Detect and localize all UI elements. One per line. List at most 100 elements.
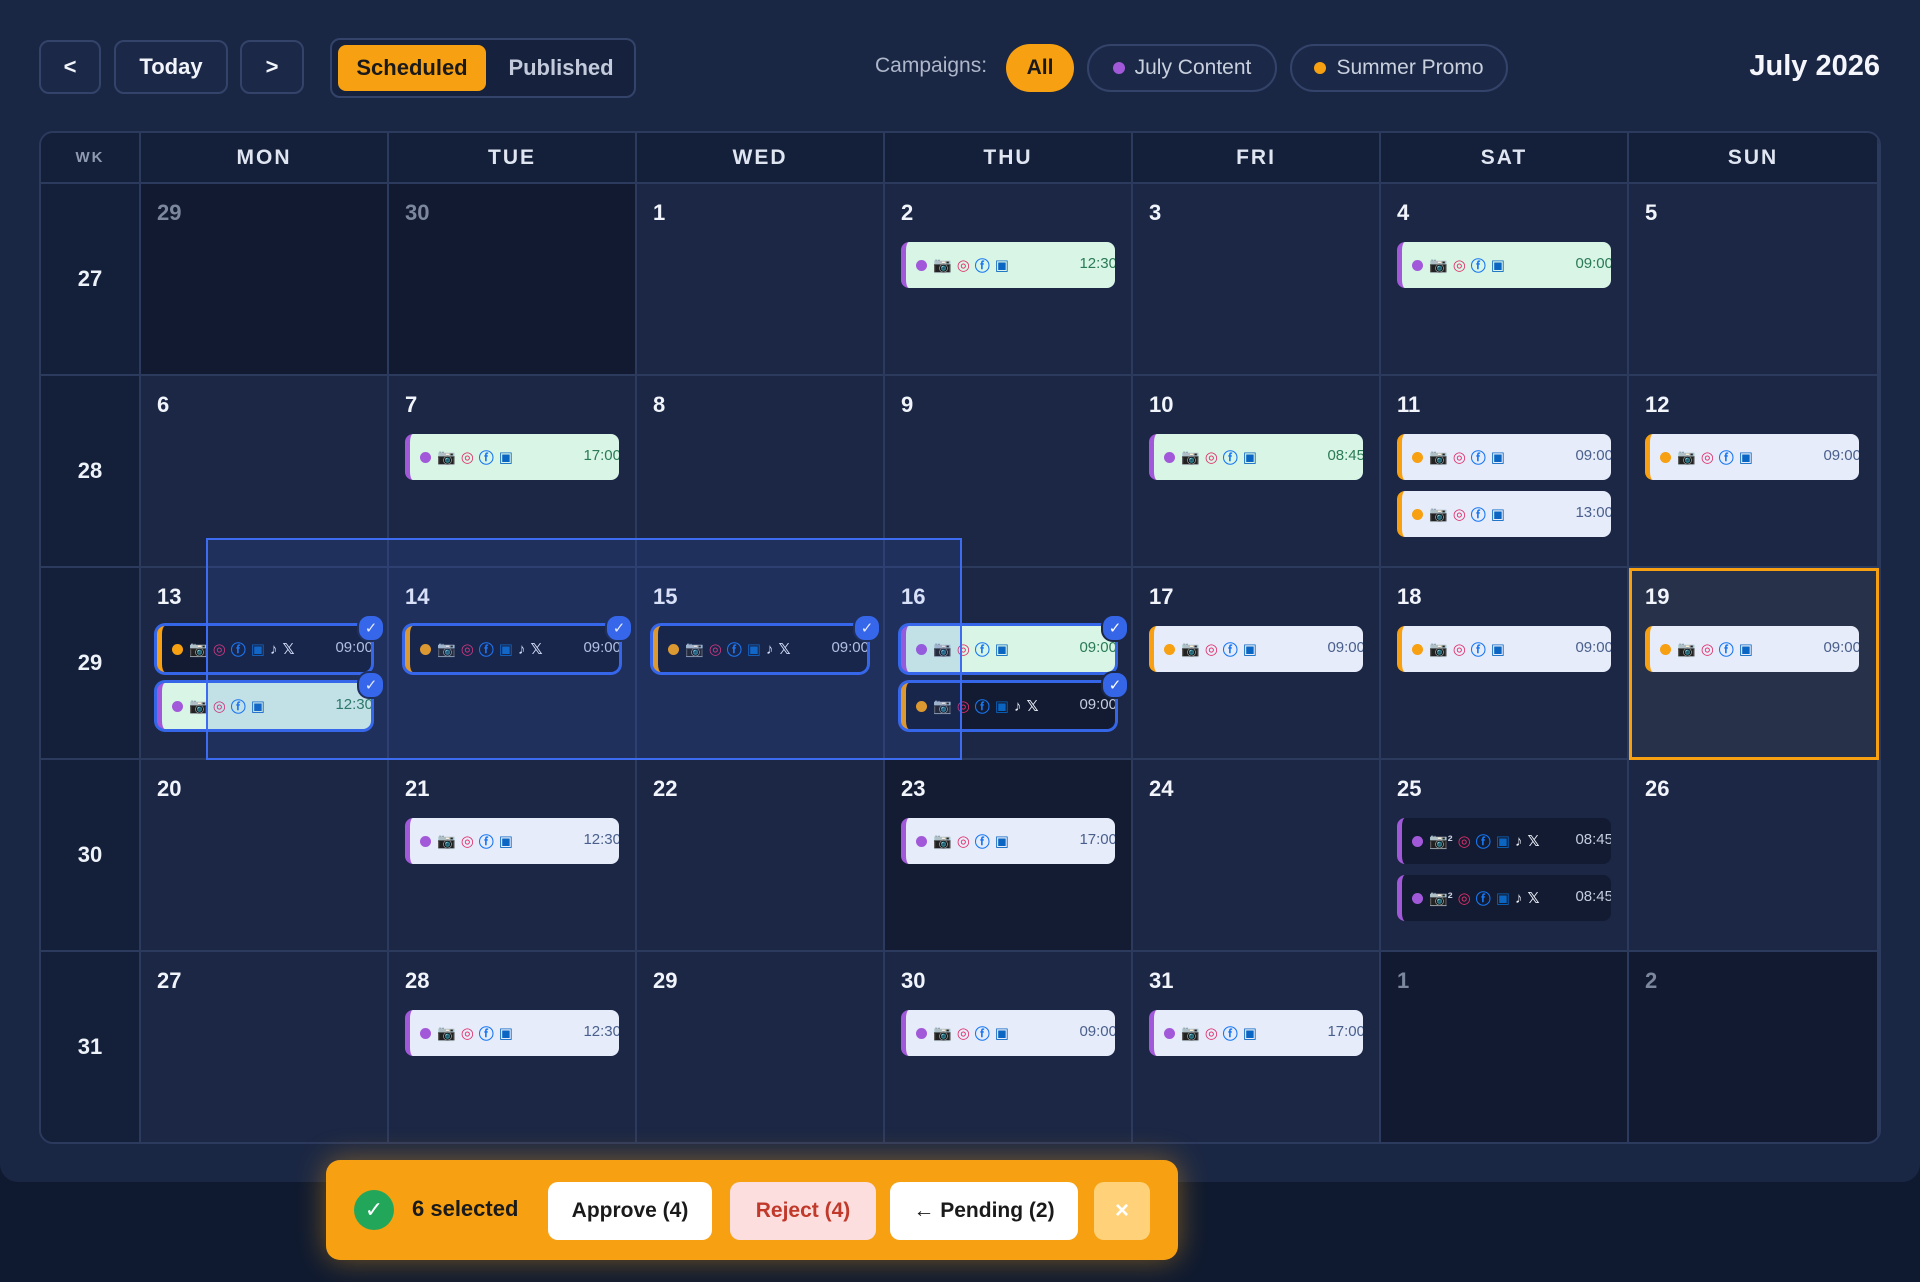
scheduled-post[interactable]: 📷 ◎ ⓕ ▣ 09:00	[901, 1010, 1115, 1056]
camera-icon: 📷	[1181, 449, 1200, 466]
day-cell[interactable]: 1	[637, 184, 885, 376]
scheduled-post[interactable]: 📷 ◎ ⓕ ▣ 13:00	[1397, 491, 1611, 537]
scheduled-post[interactable]: 📷 ◎ ⓕ ▣ 09:00	[1397, 434, 1611, 480]
instagram-icon: ◎	[1457, 833, 1471, 850]
instagram-icon: ◎	[1452, 506, 1466, 523]
published-toggle[interactable]: Published	[492, 45, 630, 91]
scheduled-post[interactable]: 📷 ◎ ⓕ ▣ 12:30	[901, 242, 1115, 288]
linkedin-icon: ▣	[994, 1025, 1009, 1042]
campaign-dot-icon	[1412, 835, 1423, 847]
campaign-filter-july[interactable]: July Content	[1087, 44, 1277, 92]
instagram-icon: ◎	[1700, 449, 1714, 466]
today-button[interactable]: Today	[114, 40, 228, 94]
facebook-icon: ⓕ	[1718, 641, 1734, 659]
campaign-dot-icon	[172, 700, 183, 712]
day-number: 7	[405, 392, 418, 417]
linkedin-icon: ▣	[994, 257, 1009, 274]
camera-icon: 📷	[933, 833, 952, 850]
day-number: 25	[1397, 776, 1422, 801]
scheduled-post[interactable]: 📷 ◎ ⓕ ▣ 12:30	[405, 818, 619, 864]
linkedin-icon: ▣	[1738, 641, 1753, 658]
day-number: 31	[1149, 968, 1174, 993]
prev-month-button[interactable]: <	[39, 40, 101, 94]
day-cell[interactable]: 2	[1629, 952, 1879, 1142]
scheduled-post[interactable]: 📷 ◎ ⓕ ▣ 17:00	[1149, 1010, 1363, 1056]
post-time: 17:00	[583, 447, 619, 464]
scheduled-post[interactable]: 📷 ◎ ⓕ ▣ 09:00	[1645, 434, 1859, 480]
post-time: 17:00	[1327, 1023, 1363, 1040]
instagram-icon: ◎	[460, 1025, 474, 1042]
x-icon: 𝕏	[1527, 890, 1540, 907]
post-time: 12:30	[583, 1023, 619, 1040]
post-time: 09:00	[1823, 447, 1859, 464]
move-to-pending-button[interactable]: ← Pending (2)	[890, 1182, 1078, 1240]
week-number: 30	[41, 760, 141, 952]
day-cell[interactable]: 24	[1133, 760, 1381, 952]
day-number: 6	[157, 392, 170, 417]
linkedin-icon: ▣	[994, 641, 1009, 658]
facebook-icon: ⓕ	[974, 833, 990, 851]
facebook-icon: ⓕ	[974, 257, 990, 275]
scheduled-post[interactable]: 📷 ◎ ⓕ ▣ 17:00	[901, 818, 1115, 864]
scheduled-post[interactable]: 📷 ◎ ⓕ ▣ 08:45	[1149, 434, 1363, 480]
camera-icon: 📷	[933, 257, 952, 274]
post-time: 09:00	[1327, 639, 1363, 656]
instagram-icon: ◎	[956, 833, 970, 850]
scheduled-post[interactable]: 📷 ◎ ⓕ ▣ 17:00	[405, 434, 619, 480]
reject-button[interactable]: Reject (4)	[730, 1182, 876, 1240]
day-number: 8	[653, 392, 666, 417]
post-time: 08:45	[1327, 447, 1363, 464]
day-cell[interactable]: 22	[637, 760, 885, 952]
day-number: 3	[1149, 200, 1162, 225]
summer-dot-icon	[1314, 62, 1327, 74]
scheduled-post[interactable]: 📷 ◎ ⓕ ▣ 09:00	[1149, 626, 1363, 672]
scheduled-post[interactable]: 📷 ◎ ⓕ ▣ 09:00	[1397, 626, 1611, 672]
next-month-button[interactable]: >	[240, 40, 304, 94]
scheduled-post[interactable]: 📷² ◎ ⓕ ▣ ♪ 𝕏 08:45	[1397, 818, 1611, 864]
day-cell[interactable]: 26	[1629, 760, 1879, 952]
facebook-icon: ⓕ	[974, 641, 990, 659]
post-time: 09:00	[1823, 639, 1859, 656]
campaign-filter-summer[interactable]: Summer Promo	[1290, 44, 1508, 92]
instagram-icon: ◎	[1457, 890, 1471, 907]
post-time: 09:00	[1575, 639, 1611, 656]
campaign-dot-icon	[420, 451, 431, 463]
day-cell[interactable]: 29	[637, 952, 885, 1142]
selection-bar: ✓ 6 selected Approve (4) Reject (4) ← Pe…	[326, 1160, 1178, 1260]
day-cell[interactable]: 1	[1381, 952, 1629, 1142]
campaign-dot-icon	[916, 835, 927, 847]
scheduled-post[interactable]: 📷 ◎ ⓕ ▣ 09:00	[1397, 242, 1611, 288]
camera-icon: 📷	[933, 1025, 952, 1042]
scheduled-post[interactable]: 📷² ◎ ⓕ ▣ ♪ 𝕏 08:45	[1397, 875, 1611, 921]
scheduled-post[interactable]: 📷 ◎ ⓕ ▣ 12:30	[405, 1010, 619, 1056]
linkedin-icon: ▣	[1490, 641, 1505, 658]
linkedin-icon: ▣	[1242, 449, 1257, 466]
weekday-header: WED	[637, 133, 885, 182]
campaign-dot-icon	[1164, 451, 1175, 463]
scheduled-post[interactable]: 📷 ◎ ⓕ ▣ 09:00	[1645, 626, 1859, 672]
close-selection-button[interactable]: ×	[1094, 1182, 1150, 1240]
approve-button[interactable]: Approve (4)	[548, 1182, 712, 1240]
post-time: 09:00	[1575, 447, 1611, 464]
campaign-dot-icon	[1660, 451, 1671, 463]
day-number: 19	[1645, 584, 1670, 609]
day-cell[interactable]: 29	[141, 184, 389, 376]
campaign-filter-all[interactable]: All	[1006, 44, 1074, 92]
facebook-icon: ⓕ	[478, 833, 494, 851]
day-cell[interactable]: 20	[141, 760, 389, 952]
scheduled-toggle[interactable]: Scheduled	[338, 45, 486, 91]
camera-icon: 📷	[437, 1025, 456, 1042]
view-toggle: Scheduled Published	[330, 38, 636, 98]
day-cell[interactable]: 30	[389, 184, 637, 376]
facebook-icon: ⓕ	[1470, 449, 1486, 467]
day-cell[interactable]: 27	[141, 952, 389, 1142]
day-number: 29	[157, 200, 182, 225]
selected-check-icon: ✓	[354, 1190, 394, 1230]
campaign-dot-icon	[1660, 643, 1671, 655]
day-cell[interactable]: 3	[1133, 184, 1381, 376]
weekday-header: WK	[41, 133, 141, 182]
day-number: 10	[1149, 392, 1174, 417]
facebook-icon: ⓕ	[974, 1025, 990, 1043]
day-cell[interactable]: 5	[1629, 184, 1879, 376]
instagram-icon: ◎	[1700, 641, 1714, 658]
